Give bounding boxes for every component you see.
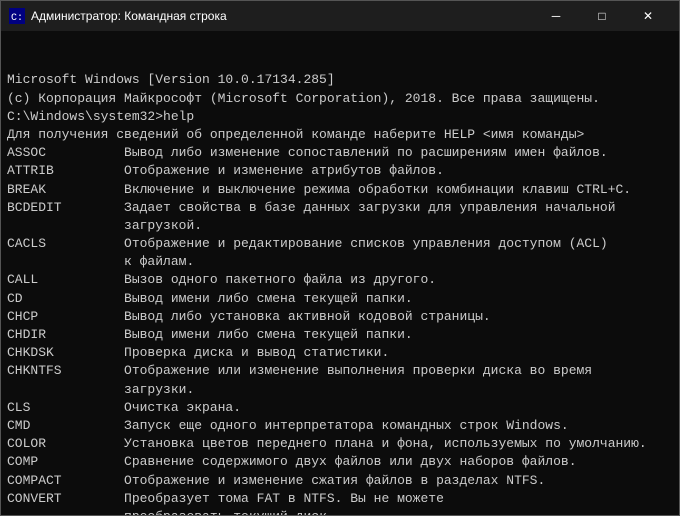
svg-text:C:: C: xyxy=(11,13,23,24)
window-title: Администратор: Командная строка xyxy=(31,9,533,23)
maximize-button[interactable]: □ xyxy=(579,1,625,31)
window-controls: ─ □ ✕ xyxy=(533,1,671,31)
console-line: CHDIR Вывод имени либо смена текущей пап… xyxy=(7,326,673,344)
minimize-button[interactable]: ─ xyxy=(533,1,579,31)
console-line: к файлам. xyxy=(7,253,673,271)
console-line: CONVERT Преобразует тома FAT в NTFS. Вы … xyxy=(7,490,673,508)
console-line: CD Вывод имени либо смена текущей папки. xyxy=(7,290,673,308)
console-line: BREAK Включение и выключение режима обра… xyxy=(7,181,673,199)
console-output[interactable]: Microsoft Windows [Version 10.0.17134.28… xyxy=(1,31,679,515)
console-line: COMPACT Отображение и изменение сжатия ф… xyxy=(7,472,673,490)
console-line: преобразовать текущий диск. xyxy=(7,508,673,515)
console-line: CALL Вызов одного пакетного файла из дру… xyxy=(7,271,673,289)
console-line: BCDEDIT Задает свойства в базе данных за… xyxy=(7,199,673,217)
console-line: загрузки. xyxy=(7,381,673,399)
console-line: CLS Очистка экрана. xyxy=(7,399,673,417)
close-button[interactable]: ✕ xyxy=(625,1,671,31)
console-line: загрузкой. xyxy=(7,217,673,235)
console-line: Для получения сведений об определенной к… xyxy=(7,126,673,144)
console-line: CHKNTFS Отображение или изменение выполн… xyxy=(7,362,673,380)
titlebar: C: Администратор: Командная строка ─ □ ✕ xyxy=(1,1,679,31)
console-line: ASSOC Вывод либо изменение сопоставлений… xyxy=(7,144,673,162)
cmd-window: C: Администратор: Командная строка ─ □ ✕… xyxy=(0,0,680,516)
console-line: COMP Сравнение содержимого двух файлов и… xyxy=(7,453,673,471)
console-line: CMD Запуск еще одного интерпретатора ком… xyxy=(7,417,673,435)
console-line: Microsoft Windows [Version 10.0.17134.28… xyxy=(7,71,673,89)
console-line: ATTRIB Отображение и изменение атрибутов… xyxy=(7,162,673,180)
console-line: C:\Windows\system32>help xyxy=(7,108,673,126)
console-line: CACLS Отображение и редактирование списк… xyxy=(7,235,673,253)
cmd-icon: C: xyxy=(9,8,25,24)
console-line: COLOR Установка цветов переднего плана и… xyxy=(7,435,673,453)
console-line: CHKDSK Проверка диска и вывод статистики… xyxy=(7,344,673,362)
console-line: (с) Корпорация Майкрософт (Microsoft Cor… xyxy=(7,90,673,108)
console-line: CHCP Вывод либо установка активной кодов… xyxy=(7,308,673,326)
